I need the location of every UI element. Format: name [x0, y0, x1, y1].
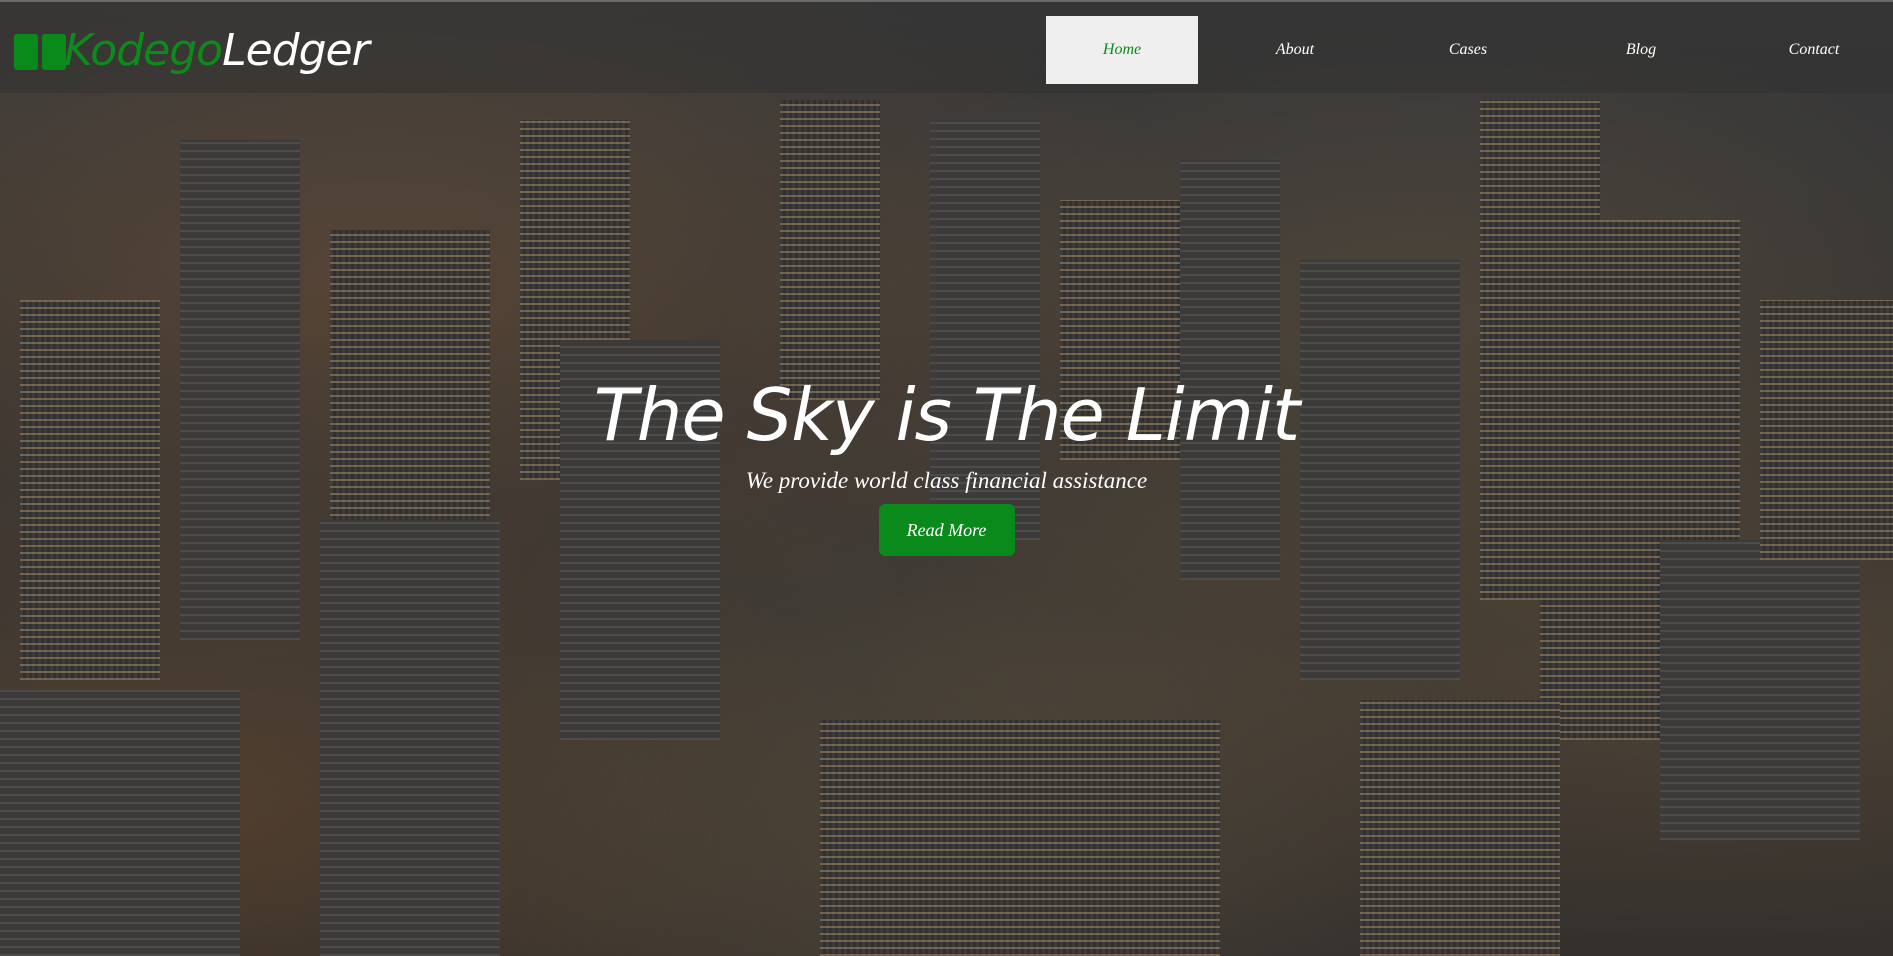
- main-nav: Home About Cases Blog Contact: [1046, 16, 1893, 84]
- nav-item-blog[interactable]: Blog: [1565, 16, 1717, 84]
- nav-item-cases[interactable]: Cases: [1392, 16, 1544, 84]
- read-more-button[interactable]: Read More: [878, 504, 1015, 556]
- hero-section: The Sky is The Limit We provide world cl…: [0, 370, 1893, 556]
- page: Kodego Ledger Home About Cases Blog Cont…: [0, 0, 1893, 956]
- nav-item-home[interactable]: Home: [1046, 16, 1198, 84]
- hero-subtitle: We provide world class financial assista…: [745, 468, 1148, 493]
- logo-text-part1: Kodego: [64, 24, 223, 76]
- brand-logo[interactable]: Kodego Ledger: [14, 22, 370, 78]
- top-navbar: Kodego Ledger Home About Cases Blog Cont…: [0, 0, 1893, 93]
- logo-mark-icon: [14, 30, 70, 70]
- hero-title: The Sky is The Limit: [593, 373, 1300, 457]
- nav-item-about[interactable]: About: [1219, 16, 1371, 84]
- logo-text-part2: Ledger: [222, 24, 370, 76]
- nav-item-contact[interactable]: Contact: [1738, 16, 1890, 84]
